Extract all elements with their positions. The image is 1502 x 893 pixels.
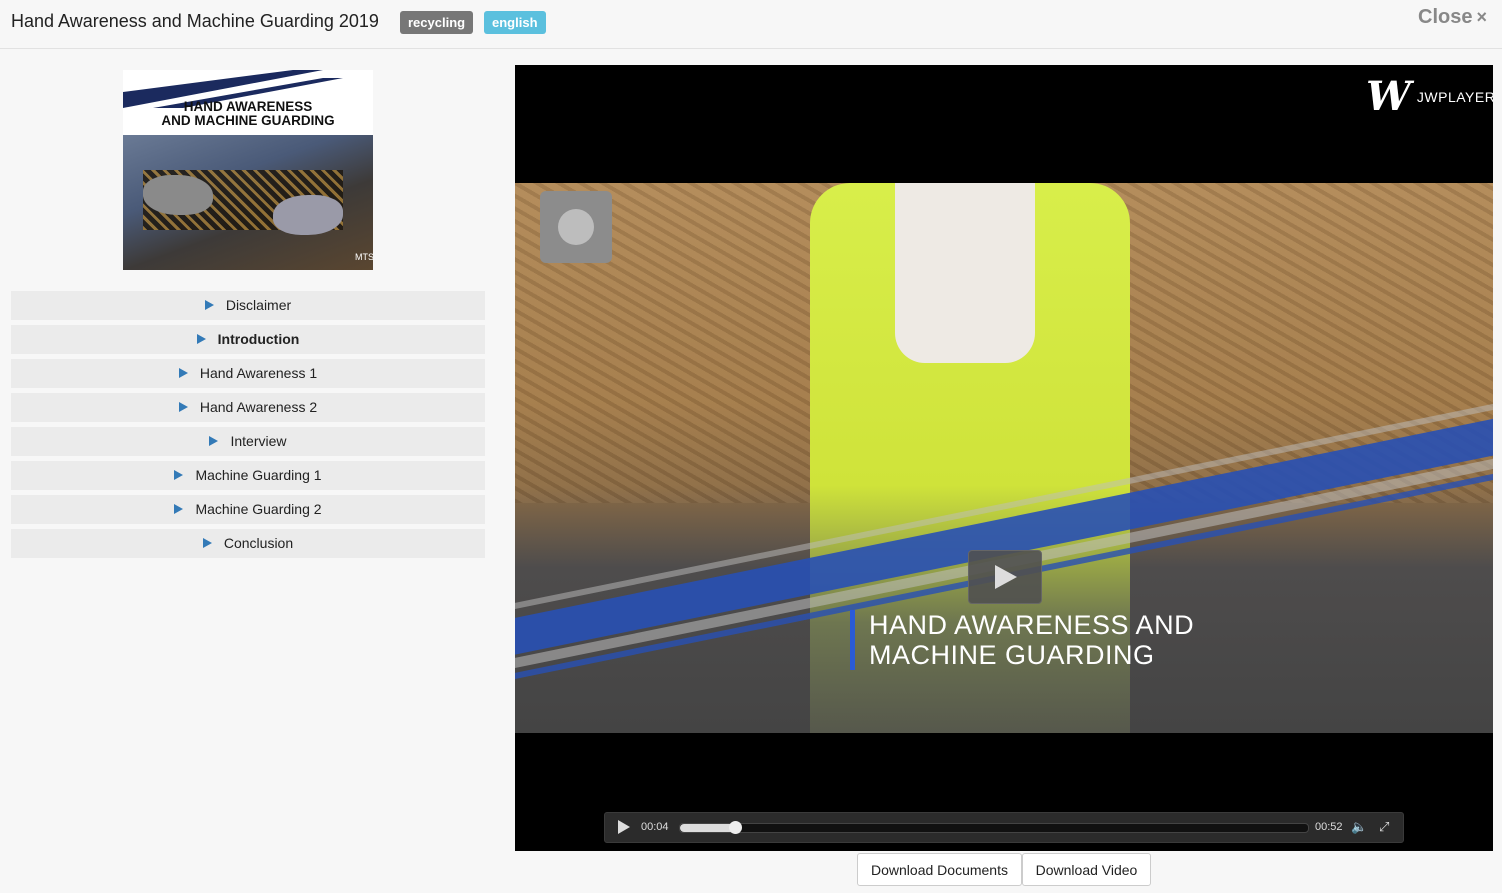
chapter-item[interactable]: Machine Guarding 1 — [11, 461, 485, 490]
close-button[interactable]: Close × — [1418, 6, 1487, 29]
chapter-item-content: Disclaimer — [11, 291, 485, 320]
video-title-overlay: HAND AWARENESS AND MACHINE GUARDING — [850, 610, 1194, 670]
chapter-item-content: Interview — [11, 427, 485, 456]
seek-handle[interactable] — [728, 821, 742, 834]
modal-header: Hand Awareness and Machine Guarding 2019… — [0, 0, 1502, 49]
chapter-item-label: Hand Awareness 1 — [199, 365, 318, 381]
download-video-button[interactable]: Download Video — [1022, 853, 1151, 886]
chapter-item-content: Hand Awareness 1 — [11, 359, 485, 388]
chapter-item-content: Introduction — [11, 325, 485, 354]
tag-badge: recycling — [400, 11, 474, 34]
video-frame[interactable]: HAND AWARENESS AND MACHINE GUARDING — [515, 183, 1493, 733]
chapter-item[interactable]: Machine Guarding 2 — [11, 495, 485, 524]
play-icon[interactable] — [618, 820, 630, 834]
play-arrow-icon — [174, 504, 184, 515]
video-title-line2: MACHINE GUARDING — [869, 640, 1155, 670]
chapter-item[interactable]: Conclusion — [11, 529, 485, 558]
seek-bar[interactable] — [679, 821, 1309, 834]
video-player[interactable]: HAND AWARENESS AND MACHINE GUARDING W JW… — [515, 65, 1493, 851]
play-arrow-icon — [204, 300, 214, 311]
chapter-item-label: Hand Awareness 2 — [199, 399, 318, 415]
jwplayer-logo: W JWPLAYER — [1366, 77, 1493, 117]
play-arrow-icon — [178, 402, 188, 413]
thumbnail-title-line2: AND MACHINE GUARDING — [161, 113, 335, 128]
chapter-item-label: Disclaimer — [225, 297, 292, 313]
play-arrow-icon — [178, 368, 188, 379]
close-label: Close — [1418, 6, 1473, 28]
video-title-line1: HAND AWARENESS AND — [869, 610, 1195, 640]
play-arrow-icon — [202, 538, 212, 549]
chapter-item[interactable]: Hand Awareness 1 — [11, 359, 485, 388]
control-bar: 00:04 00:52 🔈 ⤢ — [604, 812, 1404, 843]
seek-bar-progress — [680, 824, 735, 832]
play-arrow-icon — [174, 470, 184, 481]
duration: 00:52 — [1315, 821, 1343, 833]
thumbnail-glove-left — [143, 175, 213, 215]
chapter-item-label: Machine Guarding 2 — [195, 501, 322, 517]
chapter-item[interactable]: Interview — [11, 427, 485, 456]
volume-icon[interactable]: 🔈 — [1351, 819, 1367, 835]
thumbnail-glove-right — [273, 195, 343, 235]
close-icon: × — [1476, 7, 1487, 27]
fullscreen-icon[interactable]: ⤢ — [1379, 819, 1389, 835]
chapter-item-label: Machine Guarding 1 — [195, 467, 322, 483]
chapter-item-content: Hand Awareness 2 — [11, 393, 485, 422]
chapter-item-label: Conclusion — [223, 535, 294, 551]
language-badge: english — [484, 11, 546, 34]
chapter-item[interactable]: Disclaimer — [11, 291, 485, 320]
play-arrow-icon — [196, 334, 206, 345]
thumbnail-title-line1: HAND AWARENESS — [183, 99, 313, 114]
current-time: 00:04 — [641, 821, 669, 833]
jwplayer-wordmark: JWPLAYER — [1416, 89, 1493, 105]
chapter-item-label: Interview — [230, 433, 287, 449]
modal-title: Hand Awareness and Machine Guarding 2019 — [11, 11, 379, 31]
shirt — [895, 183, 1035, 363]
course-thumbnail: HAND AWARENESS AND MACHINE GUARDING MTS — [123, 70, 373, 270]
chapter-item-label: Introduction — [217, 331, 300, 347]
download-documents-button[interactable]: Download Documents — [857, 853, 1022, 886]
play-arrow-icon — [209, 436, 219, 447]
wall-switch — [540, 191, 612, 263]
chapter-item-content: Conclusion — [11, 529, 485, 558]
thumbnail-logo: MTS — [355, 252, 373, 262]
big-play-button[interactable] — [968, 550, 1042, 604]
thumbnail-title: HAND AWARENESS AND MACHINE GUARDING — [123, 100, 373, 128]
chapter-item-content: Machine Guarding 1 — [11, 461, 485, 490]
jwplayer-mark-icon: W — [1366, 73, 1411, 120]
chapter-item[interactable]: Introduction — [11, 325, 485, 354]
chapter-item-content: Machine Guarding 2 — [11, 495, 485, 524]
chapter-item[interactable]: Hand Awareness 2 — [11, 393, 485, 422]
